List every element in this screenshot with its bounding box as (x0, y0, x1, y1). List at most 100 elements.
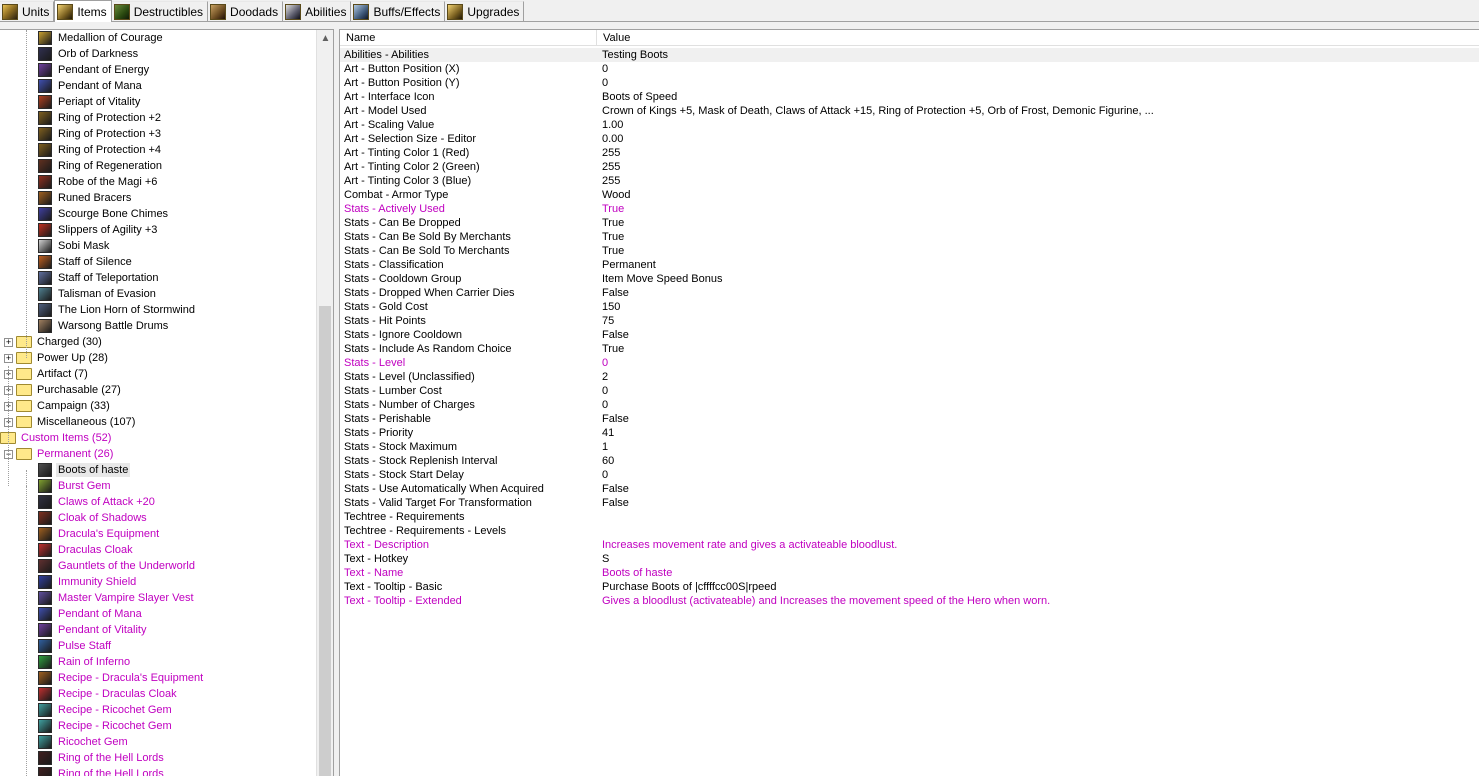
property-row[interactable]: Stats - Stock Start Delay 0 (340, 468, 1479, 482)
tree-item[interactable]: Immunity Shield (38, 574, 138, 590)
tree-item[interactable]: Boots of haste (38, 462, 131, 478)
property-value[interactable]: Permanent (602, 258, 656, 272)
tree-vertical-scrollbar[interactable]: ▲ (316, 30, 333, 776)
property-value[interactable]: Item Move Speed Bonus (602, 272, 722, 286)
property-row[interactable]: Stats - Perishable False (340, 412, 1479, 426)
tab-upgrades[interactable]: Upgrades (445, 1, 525, 21)
tree-item[interactable]: The Lion Horn of Stormwind (38, 302, 197, 318)
property-value[interactable]: 0 (602, 62, 608, 76)
property-value[interactable]: Testing Boots (602, 48, 668, 62)
property-row[interactable]: Stats - Level (Unclassified) 2 (340, 370, 1479, 384)
property-row[interactable]: Text - Tooltip - Extended Gives a bloodlu… (340, 594, 1479, 608)
tree-folder[interactable]: + Purchasable (27) (4, 382, 123, 398)
tab-items[interactable]: Items (54, 0, 112, 22)
property-value[interactable]: 41 (602, 426, 614, 440)
property-row[interactable]: Stats - Cooldown Group Item Move Speed Bo… (340, 272, 1479, 286)
property-value[interactable]: 255 (602, 160, 620, 174)
property-row[interactable]: Stats - Use Automatically When Acquired F… (340, 482, 1479, 496)
property-row[interactable]: Combat - Armor Type Wood (340, 188, 1479, 202)
property-row[interactable]: Stats - Can Be Dropped True (340, 216, 1479, 230)
tree-item[interactable]: Draculas Cloak (38, 542, 135, 558)
property-value[interactable]: 255 (602, 174, 620, 188)
tree-item[interactable]: Ring of Regeneration (38, 158, 164, 174)
tree-item[interactable]: Ring of the Hell Lords (38, 766, 166, 776)
property-row[interactable]: Text - Tooltip - Basic Purchase Boots of … (340, 580, 1479, 594)
property-value[interactable]: True (602, 202, 624, 216)
tree-item[interactable]: Scourge Bone Chimes (38, 206, 170, 222)
property-row[interactable]: Art - Selection Size - Editor 0.00 (340, 132, 1479, 146)
tree-item[interactable]: Pulse Staff (38, 638, 113, 654)
tree-item[interactable]: Talisman of Evasion (38, 286, 158, 302)
property-value[interactable]: 75 (602, 314, 614, 328)
property-row[interactable]: Stats - Actively Used True (340, 202, 1479, 216)
property-value[interactable]: 150 (602, 300, 620, 314)
property-value[interactable]: 0.00 (602, 132, 623, 146)
property-value[interactable]: Boots of haste (602, 566, 672, 580)
tree-folder[interactable]: + Campaign (33) (4, 398, 112, 414)
tree-item[interactable]: Gauntlets of the Underworld (38, 558, 197, 574)
expand-icon[interactable]: + (4, 353, 13, 363)
property-row[interactable]: Stats - Valid Target For Transformation F… (340, 496, 1479, 510)
tree-item[interactable]: Recipe - Draculas Cloak (38, 686, 179, 702)
tree-item[interactable]: Cloak of Shadows (38, 510, 149, 526)
property-value[interactable]: True (602, 244, 624, 258)
tree-item[interactable]: Pendant of Mana (38, 78, 144, 94)
property-row[interactable]: Art - Tinting Color 3 (Blue) 255 (340, 174, 1479, 188)
property-value[interactable]: False (602, 482, 629, 496)
tree-item[interactable]: Robe of the Magi +6 (38, 174, 159, 190)
tree-item[interactable]: Recipe - Ricochet Gem (38, 702, 174, 718)
property-value[interactable]: 0 (602, 76, 608, 90)
property-value[interactable]: False (602, 496, 629, 510)
tree-folder[interactable]: Custom Items (52) (0, 430, 113, 446)
tree-item[interactable]: Slippers of Agility +3 (38, 222, 159, 238)
property-value[interactable]: Gives a bloodlust (activateable) and Inc… (602, 594, 1050, 608)
tree-item[interactable]: Dracula's Equipment (38, 526, 161, 542)
column-header-name[interactable]: Name (340, 30, 597, 46)
tree-item[interactable]: Claws of Attack +20 (38, 494, 157, 510)
property-value[interactable]: False (602, 328, 629, 342)
tree-folder[interactable]: − Permanent (26) (4, 446, 115, 462)
scroll-thumb[interactable] (319, 306, 331, 776)
tree-item[interactable]: Pendant of Energy (38, 62, 151, 78)
property-row[interactable]: Stats - Can Be Sold By Merchants True (340, 230, 1479, 244)
expand-icon[interactable]: + (4, 337, 13, 347)
property-value[interactable]: Purchase Boots of |cffffcc00S|rpeed (602, 580, 777, 594)
property-value[interactable]: Crown of Kings +5, Mask of Death, Claws … (602, 104, 1154, 118)
tree-item[interactable]: Warsong Battle Drums (38, 318, 170, 334)
property-value[interactable]: Wood (602, 188, 631, 202)
tree-item[interactable]: Ring of Protection +3 (38, 126, 163, 142)
property-row[interactable]: Art - Interface Icon Boots of Speed (340, 90, 1479, 104)
property-row[interactable]: Stats - Level 0 (340, 356, 1479, 370)
property-row[interactable]: Stats - Lumber Cost 0 (340, 384, 1479, 398)
property-row[interactable]: Stats - Stock Replenish Interval 60 (340, 454, 1479, 468)
property-value[interactable]: 2 (602, 370, 608, 384)
tree-item[interactable]: Burst Gem (38, 478, 113, 494)
scroll-up-arrow-icon[interactable]: ▲ (317, 30, 333, 47)
property-value[interactable]: False (602, 286, 629, 300)
tree-item[interactable]: Master Vampire Slayer Vest (38, 590, 196, 606)
property-row[interactable]: Abilities - Abilities Testing Boots (340, 48, 1479, 62)
tree-item[interactable]: Periapt of Vitality (38, 94, 142, 110)
property-value[interactable]: True (602, 216, 624, 230)
tree-item[interactable]: Recipe - Ricochet Gem (38, 718, 174, 734)
property-row[interactable]: Stats - Ignore Cooldown False (340, 328, 1479, 342)
property-value[interactable]: True (602, 230, 624, 244)
property-row[interactable]: Text - Description Increases movement rat… (340, 538, 1479, 552)
property-row[interactable]: Stats - Can Be Sold To Merchants True (340, 244, 1479, 258)
property-value[interactable]: S (602, 552, 609, 566)
property-row[interactable]: Art - Scaling Value 1.00 (340, 118, 1479, 132)
property-value[interactable]: 255 (602, 146, 620, 160)
tree-folder[interactable]: + Power Up (28) (4, 350, 110, 366)
tree-item[interactable]: Staff of Silence (38, 254, 134, 270)
property-value[interactable]: 0 (602, 398, 608, 412)
property-row[interactable]: Art - Tinting Color 2 (Green) 255 (340, 160, 1479, 174)
property-value[interactable]: 1 (602, 440, 608, 454)
property-row[interactable]: Stats - Include As Random Choice True (340, 342, 1479, 356)
tree-folder[interactable]: + Charged (30) (4, 334, 104, 350)
property-row[interactable]: Stats - Number of Charges 0 (340, 398, 1479, 412)
property-value[interactable]: 60 (602, 454, 614, 468)
property-row[interactable]: Art - Tinting Color 1 (Red) 255 (340, 146, 1479, 160)
property-value[interactable]: 0 (602, 356, 608, 370)
property-value[interactable]: Boots of Speed (602, 90, 677, 104)
tree-item[interactable]: Staff of Teleportation (38, 270, 161, 286)
